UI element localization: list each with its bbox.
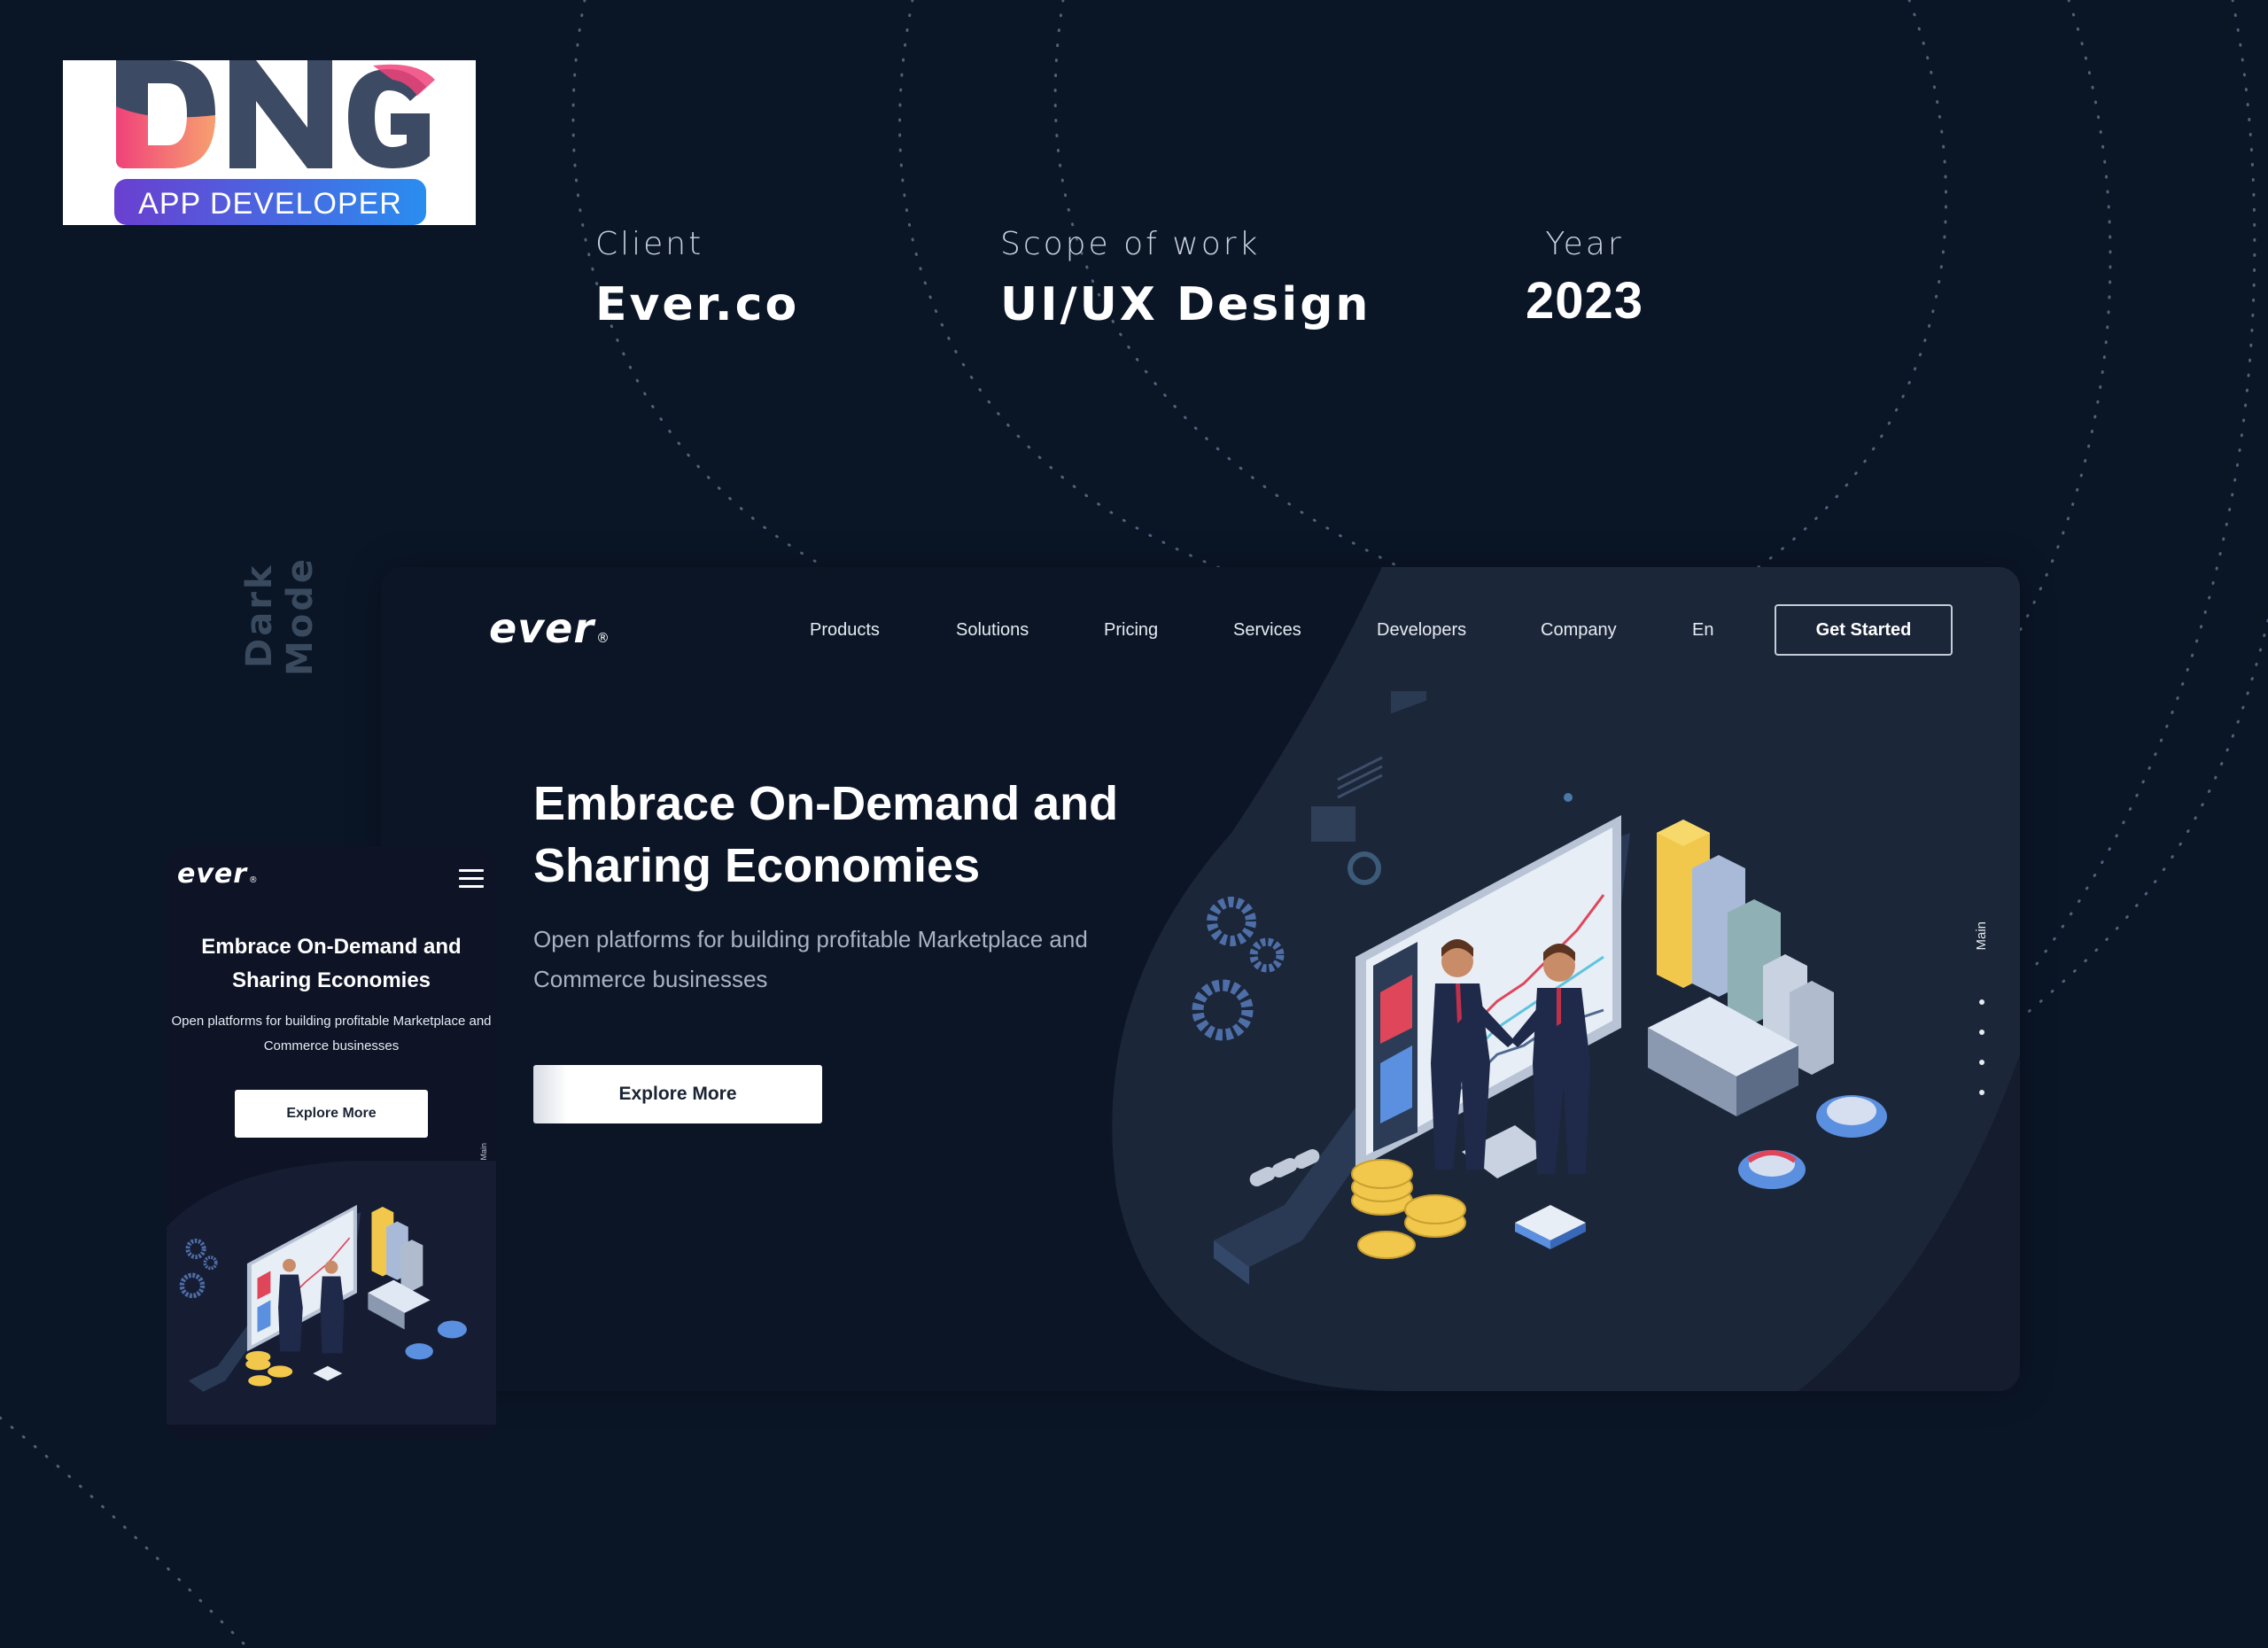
floating-dot [1564,793,1573,802]
nav-company[interactable]: Company [1541,620,1692,641]
side-nav-dot[interactable] [1979,999,1984,1005]
mode-label: Dark Mode [239,556,321,676]
client-value: Ever.co [595,278,800,331]
nav-products[interactable]: Products [810,620,956,641]
side-nav-dot[interactable] [1979,1060,1984,1065]
side-nav-dot[interactable] [1979,1030,1984,1035]
nav-pricing[interactable]: Pricing [1104,620,1233,641]
side-nav-label: Main [1974,921,1989,951]
mobile-explore-more-button[interactable]: Explore More [235,1090,428,1138]
floating-card-icon [1391,691,1426,714]
scope-info: Scope of work UI/UX Design [1000,226,1371,331]
scope-value: UI/UX Design [1000,278,1371,331]
donut-chart-icons [1738,1095,1887,1189]
mobile-ever-logo-text: ever [177,859,248,890]
top-navigation: ever ® Products Solutions Pricing Service… [381,567,2020,691]
hero-title: Embrace On-Demand and Sharing Economies [533,777,1119,892]
nav-developers[interactable]: Developers [1377,620,1541,641]
scope-label: Scope of work [1000,226,1261,262]
year-value: 2023 [1526,272,1644,330]
brand-tagline: APP DEVELOPER [138,187,402,221]
floating-chart-icon [1311,806,1355,842]
mobile-business-illustration [167,1161,496,1425]
mobile-businessman-left-icon [278,1274,303,1352]
nav-services[interactable]: Services [1233,620,1377,641]
floating-donut-icon [1348,851,1381,885]
mobile-registered-mark: ® [249,875,259,885]
desktop-mockup: ever ® Products Solutions Pricing Service… [381,567,2020,1391]
chip-icon [1515,1205,1586,1249]
get-started-button[interactable]: Get Started [1775,604,1953,656]
gold-coins-icon [1351,1159,1466,1259]
business-handshake-illustration [1192,691,1887,1285]
side-nav-dot[interactable] [1979,1090,1984,1095]
mobile-donut-icon [437,1320,467,1339]
floating-list-icon [1337,756,1383,799]
year-info: Year 2023 [1526,226,1643,330]
explore-more-button[interactable]: Explore More [533,1065,822,1123]
ever-logo-text: ever [489,604,595,652]
year-label: Year [1545,226,1624,262]
client-info: Client Ever.co [595,226,799,331]
mobile-hero-title: Embrace On-Demand and Sharing Economies [201,935,462,992]
dng-logo-graphic: APP DEVELOPER [114,60,435,225]
registered-mark: ® [596,631,610,646]
mobile-mockup: ever ® Embrace On-Demand and Sharing Econ… [167,846,496,1440]
mobile-businessman-right-icon [320,1276,345,1354]
language-selector[interactable]: En [1692,620,1763,641]
client-label: Client [595,226,704,262]
mobile-donut-icon [405,1343,433,1360]
nav-solutions[interactable]: Solutions [956,620,1104,641]
hamburger-icon[interactable] [459,869,484,889]
gears-icon [1192,897,1285,1041]
mobile-ever-logo[interactable]: ever ® [177,859,259,890]
mobile-hero-subtitle: Open platforms for building profitable M… [171,1014,492,1053]
hero-subtitle: Open platforms for building profitable M… [533,926,1088,992]
nav-links: Products Solutions Pricing Services Deve… [810,620,1763,641]
brand-logo: APP DEVELOPER [63,60,476,225]
ever-logo[interactable]: ever ® [489,604,610,652]
section-side-nav: Main [1967,921,2002,1134]
